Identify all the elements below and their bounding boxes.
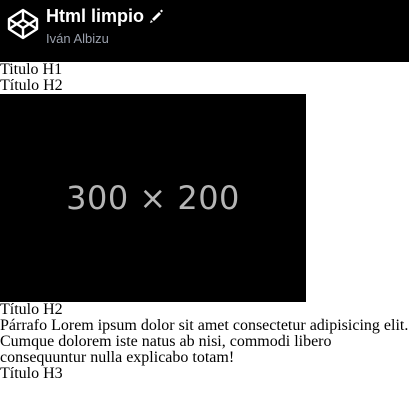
image-placeholder: 300 × 200 [0, 94, 306, 302]
pen-title[interactable]: Html limpio [46, 5, 144, 27]
image-placeholder-label: 300 × 200 [66, 179, 240, 217]
codepen-logo-icon[interactable] [6, 7, 40, 41]
heading-h1: Titulo H1 [0, 61, 63, 78]
author-name[interactable]: Iván Albizu [46, 31, 109, 47]
heading-h2-second: Título H2 [0, 301, 63, 318]
heading-h2: Título H2 [0, 77, 63, 94]
title-row: Html limpio [46, 5, 164, 27]
preview-content: Titulo H1 Título H2 300 × 200 Título H2 … [0, 62, 409, 382]
paragraph: Párrafo Lorem ipsum dolor sit amet conse… [0, 317, 409, 366]
pen-header: Html limpio Iván Albizu [0, 0, 409, 62]
pencil-icon[interactable] [148, 8, 164, 24]
heading-h3: Título H3 [0, 365, 63, 382]
